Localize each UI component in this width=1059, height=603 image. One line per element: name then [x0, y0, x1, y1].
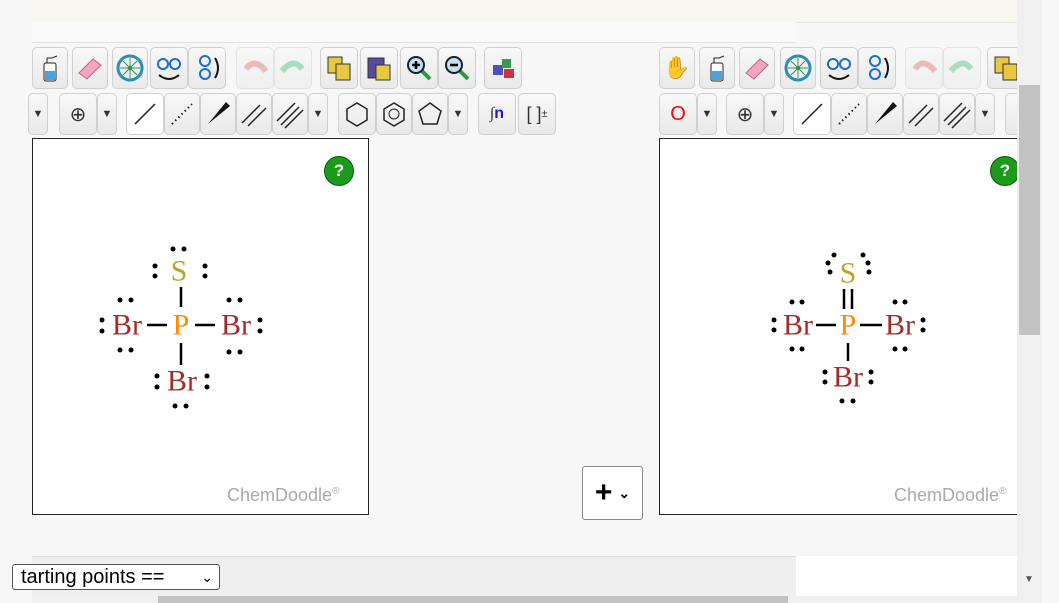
vertical-scrollbar-thumb[interactable] [1019, 85, 1040, 335]
sketcher-canvas-left[interactable]: ? S P Br Br Br ChemDoodle® [32, 138, 369, 515]
single-bond-icon[interactable] [126, 93, 164, 135]
header-band [32, 22, 796, 43]
atom-br-bottom: Br [833, 361, 863, 394]
atom-s: S [171, 255, 188, 288]
eraser-icon[interactable] [72, 47, 108, 89]
atom-br-left: Br [783, 309, 813, 342]
triple-bond-icon[interactable] [939, 93, 975, 135]
charge-icon[interactable]: ⊕ [59, 93, 97, 135]
scroll-down-arrow[interactable]: ▼ [1024, 574, 1034, 585]
paste-icon[interactable] [360, 47, 398, 89]
wedge-bond-icon[interactable] [867, 93, 903, 135]
templates-icon[interactable] [484, 47, 522, 89]
horizontal-scrollbar-thumb[interactable] [158, 596, 788, 603]
redo-icon[interactable] [274, 47, 312, 89]
element-dropdown-arrow[interactable]: ▼ [28, 93, 48, 135]
zoom-out-icon[interactable] [438, 47, 476, 89]
flip-horizontal-icon[interactable] [150, 47, 188, 89]
wedge-bond-icon[interactable] [200, 93, 236, 135]
clear-bottle-icon[interactable] [32, 47, 68, 89]
charge-dropdown-arrow[interactable]: ▼ [764, 93, 784, 135]
atom-br-bottom: Br [167, 365, 197, 398]
chevron-down-icon: ⌄ [201, 569, 213, 585]
chemdoodle-brand: ChemDoodle® [894, 485, 1007, 505]
redo-icon[interactable] [943, 47, 981, 89]
flip-horizontal-icon[interactable] [820, 47, 858, 89]
single-bond-icon[interactable] [793, 93, 831, 135]
sketcher-canvas-right[interactable]: ? S P Br Br Br ChemDoodle® [659, 138, 1029, 515]
molecule-right: S P Br Br Br [771, 252, 926, 404]
atom-br-right: Br [885, 309, 915, 342]
flip-vertical-icon[interactable] [858, 47, 896, 89]
eraser-icon[interactable] [739, 47, 775, 89]
atom-br-right: Br [221, 309, 251, 342]
double-bond-icon[interactable] [236, 93, 272, 135]
bond-dropdown-arrow[interactable]: ▼ [308, 93, 328, 135]
charge-dropdown-arrow[interactable]: ▼ [97, 93, 117, 135]
chemdoodle-brand: ChemDoodle® [227, 485, 340, 505]
hand-icon[interactable]: ✋ [659, 47, 695, 89]
dashed-bond-icon[interactable] [164, 93, 200, 135]
bracket-charge-icon[interactable]: [ ] ± [518, 93, 556, 135]
dashed-bond-icon[interactable] [831, 93, 867, 135]
zoom-in-icon[interactable] [400, 47, 438, 89]
bond-dropdown-arrow[interactable]: ▼ [975, 93, 995, 135]
cyclohexane-icon[interactable] [338, 93, 376, 135]
element-dropdown-arrow[interactable]: ▼ [697, 93, 717, 135]
atom-s: S [840, 257, 857, 290]
charge-icon[interactable]: ⊕ [726, 93, 764, 135]
undo-icon[interactable] [236, 47, 274, 89]
top-bar [32, 0, 1017, 23]
benzene-icon[interactable] [376, 93, 412, 135]
ring-dropdown-arrow[interactable]: ▼ [448, 93, 468, 135]
undo-icon[interactable] [905, 47, 943, 89]
atom-p: P [840, 309, 857, 342]
molecule-left: S P Br Br Br [99, 246, 263, 409]
center-icon[interactable] [780, 47, 816, 89]
center-icon[interactable] [112, 47, 148, 89]
element-o-button[interactable]: O [659, 93, 697, 135]
clear-bottle-icon[interactable] [699, 47, 735, 89]
cyclopentane-icon[interactable] [412, 93, 448, 135]
copy-icon[interactable] [320, 47, 358, 89]
add-dropdown-button[interactable]: + ⌄ [582, 466, 643, 520]
bottom-blank [796, 556, 1017, 596]
repeat-unit-icon[interactable]: ∫ n [478, 93, 516, 135]
atom-br-left: Br [112, 309, 142, 342]
starting-points-select[interactable]: tarting points == ⌄ [12, 564, 220, 590]
chevron-down-icon: ⌄ [618, 484, 631, 501]
triple-bond-icon[interactable] [272, 93, 308, 135]
atom-p: P [173, 309, 190, 342]
flip-vertical-icon[interactable] [188, 47, 226, 89]
double-bond-icon[interactable] [903, 93, 939, 135]
